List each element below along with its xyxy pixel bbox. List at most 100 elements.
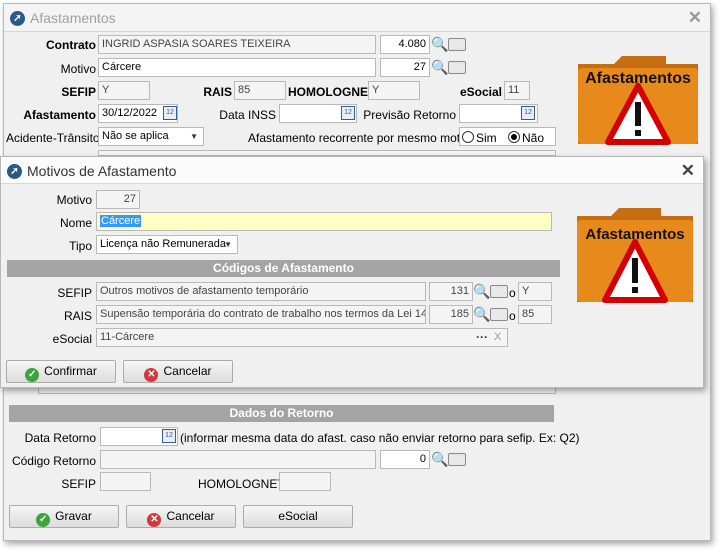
- cancel-icon: ✕: [144, 368, 159, 382]
- ret-homolognet-field: [279, 472, 331, 491]
- radio-nao-label[interactable]: Não: [522, 131, 544, 145]
- folder-warning-icon: [578, 56, 698, 145]
- radio-sim[interactable]: [462, 131, 474, 143]
- ret-sefip-label: SEFIP: [61, 477, 96, 491]
- sefip-label: SEFIP: [61, 85, 96, 99]
- clear-icon[interactable]: X: [494, 331, 501, 343]
- acidente-transito-select[interactable]: Não se aplica ▼: [98, 127, 204, 146]
- recorrente-label: Afastamento recorrente por mesmo motivo: [248, 131, 476, 145]
- motivo-field[interactable]: Cárcere: [98, 58, 376, 77]
- esocial-button-label: eSocial: [278, 509, 318, 523]
- dlg-rais-lookup-button[interactable]: 🔍: [473, 305, 509, 324]
- sefip-field: Y: [98, 81, 150, 100]
- dlg-nome-value: Cárcere: [100, 215, 142, 227]
- afastamentos-logo: Afastamentos: [574, 50, 702, 150]
- data-retorno-hint: (informar mesma data do afast. caso não …: [180, 431, 580, 445]
- folder-warning-icon: [577, 208, 693, 303]
- radio-nao[interactable]: [508, 131, 520, 143]
- contrato-label: Contrato: [46, 38, 96, 52]
- dialog-title-bar: ➚ Motivos de Afastamento ✕: [1, 157, 703, 184]
- rais-field: 85: [234, 81, 286, 100]
- dialog-logo-text: Afastamentos: [585, 226, 685, 243]
- card-icon: [448, 61, 466, 74]
- confirmar-button[interactable]: ✓ Confirmar: [6, 360, 116, 383]
- close-icon[interactable]: ✕: [681, 161, 695, 181]
- dlg-rais-num: 85: [518, 305, 552, 324]
- dlg-nome-field[interactable]: Cárcere: [96, 212, 552, 231]
- gravar-button[interactable]: ✓ Gravar: [9, 505, 119, 528]
- card-icon: [448, 38, 466, 51]
- afastamento-label: Afastamento: [23, 108, 96, 122]
- confirmar-label: Confirmar: [44, 364, 97, 378]
- homolognet-field: Y: [368, 81, 420, 100]
- motivo-lookup-button[interactable]: 🔍: [431, 58, 467, 77]
- contrato-lookup-button[interactable]: 🔍: [431, 35, 467, 54]
- data-inss-label: Data INSS: [219, 108, 276, 122]
- dlg-tipo-value: Licença não Remunerada: [100, 238, 226, 250]
- card-icon: [490, 285, 508, 298]
- dlg-sefip-desc: Outros motivos de afastamento temporário: [96, 282, 426, 301]
- chevron-down-icon: ▼: [224, 240, 232, 249]
- rais-label: RAIS: [203, 85, 232, 99]
- dialog-afastamentos-logo: Afastamentos: [573, 202, 697, 308]
- dlg-sefip-letter: Y: [518, 282, 552, 301]
- dlg-tipo-select[interactable]: Licença não Remunerada ▼: [96, 235, 238, 254]
- dlg-rais-o: o: [509, 309, 516, 323]
- ret-sefip-field: [100, 472, 151, 491]
- check-icon: ✓: [25, 368, 40, 382]
- dlg-rais-label: RAIS: [63, 309, 92, 323]
- dialog-title: Motivos de Afastamento: [27, 163, 177, 179]
- dlg-tipo-label: Tipo: [69, 239, 92, 253]
- calendar-icon[interactable]: 12: [521, 106, 535, 120]
- codigo-retorno-field[interactable]: [100, 450, 376, 469]
- calendar-icon[interactable]: 12: [163, 106, 177, 120]
- app-icon: ➚: [10, 11, 25, 26]
- dlg-sefip-lookup-button[interactable]: 🔍: [473, 282, 509, 301]
- dlg-sefip-code[interactable]: 131: [429, 282, 473, 301]
- gravar-label: Gravar: [55, 509, 92, 523]
- search-icon: 🔍: [473, 306, 491, 322]
- codigo-retorno-lookup-button[interactable]: 🔍: [431, 450, 467, 469]
- window-title: Afastamentos: [30, 10, 116, 26]
- card-icon: [490, 308, 508, 321]
- dlg-rais-desc: Supensão temporária do contrato de traba…: [96, 305, 426, 324]
- dlg-rais-code[interactable]: 185: [429, 305, 473, 324]
- esocial-field: 11: [504, 81, 530, 100]
- data-retorno-label: Data Retorno: [24, 431, 96, 445]
- contrato-code-field[interactable]: 4.080: [380, 35, 430, 54]
- codigo-retorno-code[interactable]: 0: [380, 450, 430, 469]
- dlg-esocial-value: 11-Cárcere: [100, 331, 155, 343]
- app-icon: ➚: [7, 164, 22, 179]
- ret-homolognet-label: HOMOLOGNET: [198, 477, 285, 491]
- cancelar-dialog-label: Cancelar: [163, 364, 212, 378]
- dlg-motivo-label: Motivo: [56, 193, 92, 207]
- motivo-label: Motivo: [60, 62, 96, 76]
- dlg-esocial-field[interactable]: 11-Cárcere: [96, 328, 508, 347]
- close-icon[interactable]: ✕: [688, 8, 702, 28]
- radio-sim-label[interactable]: Sim: [476, 131, 497, 145]
- cancelar-main-button[interactable]: ✕ Cancelar: [126, 505, 236, 528]
- previsao-retorno-label: Previsão Retorno: [363, 108, 456, 122]
- card-icon: [448, 453, 466, 466]
- calendar-icon[interactable]: 12: [162, 429, 176, 443]
- cancelar-dialog-button[interactable]: ✕ Cancelar: [123, 360, 233, 383]
- acidente-transito-value: Não se aplica: [102, 130, 169, 142]
- retorno-section-header: Dados do Retorno: [9, 405, 554, 422]
- ellipsis-icon[interactable]: ···: [476, 330, 488, 344]
- cancel-icon: ✕: [147, 513, 162, 527]
- dlg-sefip-label: SEFIP: [57, 286, 92, 300]
- dlg-nome-label: Nome: [59, 216, 92, 230]
- motivo-code-field[interactable]: 27: [380, 58, 430, 77]
- codigo-retorno-label: Código Retorno: [11, 454, 96, 468]
- esocial-label: eSocial: [459, 85, 502, 99]
- calendar-icon[interactable]: 12: [341, 106, 355, 120]
- dlg-esocial-label: eSocial: [52, 332, 92, 346]
- homolognet-label: HOMOLOGNET: [288, 85, 376, 99]
- contrato-field[interactable]: INGRID ASPASIA SOARES TEIXEIRA: [98, 35, 376, 54]
- cancelar-main-label: Cancelar: [166, 509, 215, 523]
- esocial-button[interactable]: eSocial: [243, 505, 353, 528]
- dlg-sefip-o: o: [509, 286, 516, 300]
- acidente-transito-label: Acidente-Trânsito: [6, 131, 100, 145]
- check-icon: ✓: [36, 513, 51, 527]
- chevron-down-icon: ▼: [190, 132, 198, 141]
